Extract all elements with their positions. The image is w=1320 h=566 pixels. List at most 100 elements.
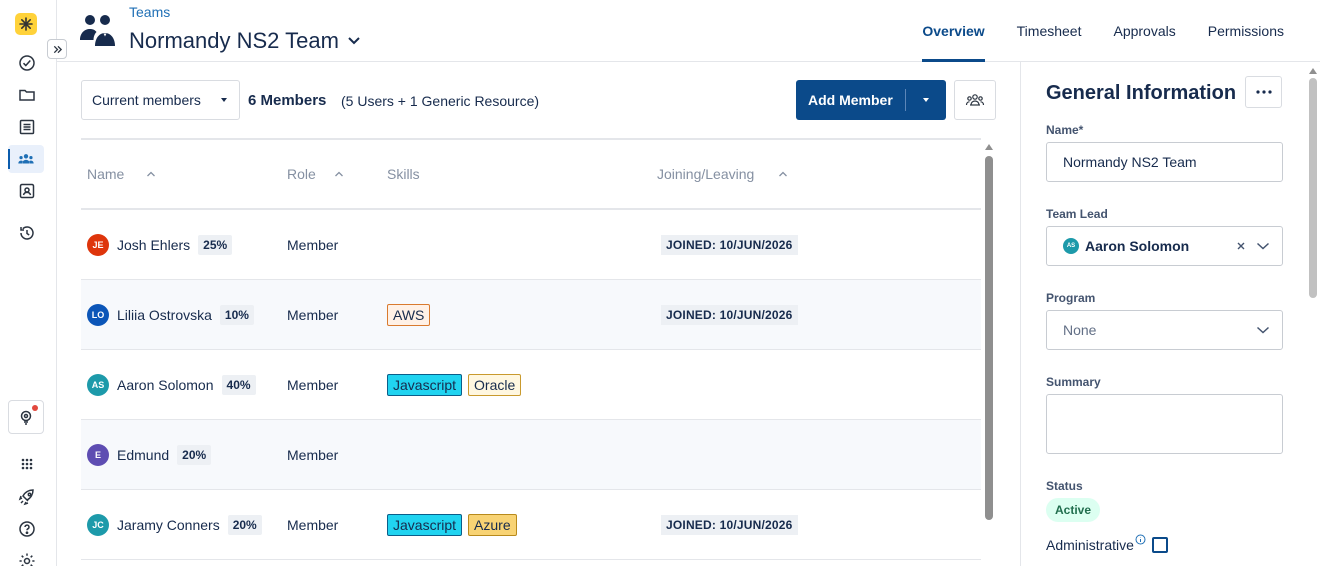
chevron-down-icon[interactable] <box>1256 242 1270 250</box>
name-field[interactable]: Normandy NS2 Team <box>1046 142 1283 182</box>
member-filter-select[interactable]: Current members <box>81 80 240 120</box>
column-header-label: Role <box>287 166 316 182</box>
side-panel-scrollbar[interactable] <box>1309 68 1317 566</box>
tab-approvals[interactable]: Approvals <box>1097 0 1191 62</box>
members-panel: Current members 6 Members (5 Users + 1 G… <box>57 62 1020 566</box>
double-chevron-right-icon <box>53 45 62 53</box>
team-group-icon <box>80 15 115 46</box>
tab-timesheet[interactable]: Timesheet <box>1001 0 1098 62</box>
skills-cell: AWS <box>387 280 431 350</box>
allocation-badge: 10% <box>219 305 254 325</box>
general-info-panel: General Information Name* Normandy NS2 T… <box>1020 62 1320 566</box>
members-count: 6 Members <box>248 92 327 109</box>
column-header-joining[interactable]: Joining/Leaving <box>657 166 788 182</box>
chevron-down-icon <box>1256 326 1270 334</box>
list-icon[interactable] <box>13 113 41 141</box>
expand-nav-button[interactable] <box>47 39 67 59</box>
table-row[interactable]: JE Josh Ehlers 25% Member JOINED: 10/JUN… <box>81 210 981 280</box>
assistant-icon[interactable] <box>8 400 44 434</box>
table-row[interactable]: JC Jaramy Conners 20% Member Javascript … <box>81 490 981 560</box>
name-value: Normandy NS2 Team <box>1063 154 1197 170</box>
table-header: Name Role Skills Joining/Leaving <box>81 140 981 210</box>
team-lead-value: Aaron Solomon <box>1085 238 1190 254</box>
column-header-label: Name <box>87 166 125 182</box>
scroll-up-arrow[interactable] <box>1309 68 1317 74</box>
allocation-badge: 40% <box>221 375 256 395</box>
role-cell: Member <box>287 237 339 253</box>
page-title[interactable]: Normandy NS2 Team <box>129 28 361 54</box>
rocket-icon[interactable] <box>13 483 41 511</box>
member-name[interactable]: Jaramy Conners <box>117 517 220 533</box>
program-select[interactable]: None <box>1046 310 1283 350</box>
chevron-down-icon <box>348 37 360 45</box>
table-row[interactable]: E Edmund 20% Member <box>81 420 981 490</box>
clear-icon[interactable] <box>1236 241 1246 251</box>
help-icon[interactable] <box>13 515 41 543</box>
team-icon[interactable] <box>8 145 44 173</box>
info-icon[interactable] <box>1135 534 1146 545</box>
member-name[interactable]: Aaron Solomon <box>117 377 214 393</box>
role-cell: Member <box>287 517 339 533</box>
table-row[interactable]: LO Liliia Ostrovska 10% Member AWS JOINE… <box>81 280 981 350</box>
group-view-button[interactable] <box>954 80 996 120</box>
avatar: JC <box>87 514 109 536</box>
logo-icon[interactable] <box>15 13 37 35</box>
skill-tag: AWS <box>387 304 431 326</box>
member-name[interactable]: Liliia Ostrovska <box>117 307 212 323</box>
team-lead-actions <box>1236 241 1270 251</box>
member-name-cell: AS Aaron Solomon 40% <box>87 350 256 420</box>
member-name[interactable]: Josh Ehlers <box>117 237 190 253</box>
folder-icon[interactable] <box>13 81 41 109</box>
avatar: AS <box>87 374 109 396</box>
caret-down-icon <box>221 98 227 102</box>
scroll-up-arrow[interactable] <box>985 144 993 150</box>
members-table: Name Role Skills Joining/Leaving JE Josh… <box>81 138 981 560</box>
role-cell: Member <box>287 307 339 323</box>
column-header-role[interactable]: Role <box>287 166 344 182</box>
scrollbar-thumb[interactable] <box>985 156 993 520</box>
role-cell: Member <box>287 377 339 393</box>
status-label: Status <box>1046 479 1083 493</box>
table-scrollbar[interactable] <box>984 142 994 566</box>
summary-textarea[interactable] <box>1046 394 1283 454</box>
settings-icon[interactable] <box>13 547 41 566</box>
people-group-icon <box>965 94 985 106</box>
contact-card-icon[interactable] <box>13 177 41 205</box>
administrative-checkbox[interactable] <box>1151 537 1168 553</box>
program-value: None <box>1063 322 1097 338</box>
skill-tag: Azure <box>468 514 517 536</box>
add-member-button[interactable]: Add Member <box>796 80 946 120</box>
skills-cell: Javascript Oracle <box>387 350 522 420</box>
member-name-cell: E Edmund 20% <box>87 420 212 490</box>
table-row[interactable]: AS Aaron Solomon 40% Member Javascript O… <box>81 350 981 420</box>
notification-dot <box>32 405 38 411</box>
role-cell: Member <box>287 447 339 463</box>
apps-grid-icon[interactable] <box>13 450 41 478</box>
column-header-name[interactable]: Name <box>87 166 156 182</box>
member-name-cell: JC Jaramy Conners 20% <box>87 490 262 560</box>
tab-permissions[interactable]: Permissions <box>1192 0 1300 62</box>
check-circle-icon[interactable] <box>13 49 41 77</box>
joining-cell: JOINED: 10/JUN/2026 <box>661 490 798 560</box>
member-name[interactable]: Edmund <box>117 447 169 463</box>
name-label: Name* <box>1046 123 1084 137</box>
administrative-row: Administrative <box>1046 534 1168 553</box>
left-nav-rail <box>0 0 57 566</box>
breadcrumb[interactable]: Teams <box>129 4 170 20</box>
history-icon[interactable] <box>13 219 41 247</box>
add-member-dropdown[interactable] <box>906 97 946 103</box>
joined-badge: JOINED: 10/JUN/2026 <box>661 235 798 255</box>
sort-up-icon <box>147 171 156 177</box>
member-name-cell: LO Liliia Ostrovska 10% <box>87 280 254 350</box>
program-label: Program <box>1046 291 1096 305</box>
members-breakdown: (5 Users + 1 Generic Resource) <box>341 93 540 109</box>
joining-cell: JOINED: 10/JUN/2026 <box>661 280 798 350</box>
tab-overview[interactable]: Overview <box>906 0 1000 62</box>
more-options-button[interactable] <box>1245 76 1282 108</box>
scrollbar-thumb[interactable] <box>1309 78 1317 298</box>
tab-bar: Overview Timesheet Approvals Permissions <box>906 0 1300 62</box>
member-filter-value: Current members <box>92 92 201 108</box>
team-lead-select[interactable]: AS Aaron Solomon <box>1046 226 1283 266</box>
skill-tag: Javascript <box>387 374 463 396</box>
joined-badge: JOINED: 10/JUN/2026 <box>661 515 798 535</box>
